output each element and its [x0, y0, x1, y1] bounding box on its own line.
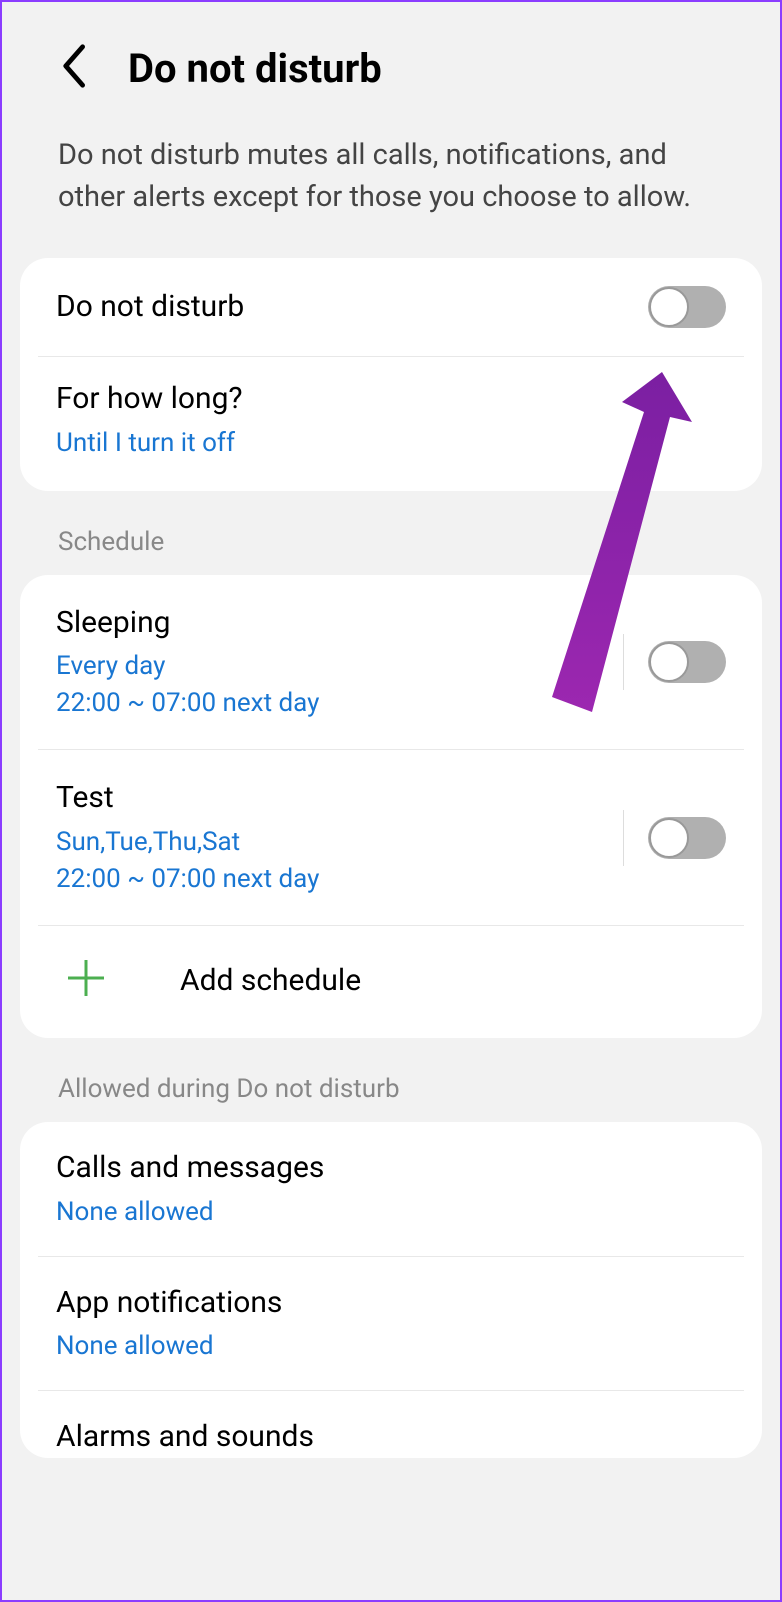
schedule-toggle-test[interactable] — [648, 817, 726, 859]
allowed-card: Calls and messages None allowed App noti… — [20, 1122, 762, 1458]
schedule-item-title: Sleeping — [56, 603, 623, 644]
schedule-item-days: Sun,Tue,Thu,Sat — [56, 825, 623, 860]
allowed-item-alarms[interactable]: Alarms and sounds — [20, 1391, 762, 1458]
duration-label: For how long? — [56, 379, 726, 420]
schedule-item-time: 22:00 ~ 07:00 next day — [56, 686, 623, 721]
allowed-item-title: App notifications — [56, 1283, 726, 1324]
divider — [623, 634, 624, 690]
schedule-card: Sleeping Every day 22:00 ~ 07:00 next da… — [20, 575, 762, 1038]
allowed-item-sub: None allowed — [56, 1195, 726, 1230]
allowed-item-sub: None allowed — [56, 1329, 726, 1364]
duration-row[interactable]: For how long? Until I turn it off — [20, 357, 762, 491]
page-title: Do not disturb — [128, 45, 382, 92]
schedule-item-test[interactable]: Test Sun,Tue,Thu,Sat 22:00 ~ 07:00 next … — [20, 750, 762, 925]
divider — [623, 810, 624, 866]
dnd-toggle-label: Do not disturb — [56, 287, 648, 328]
schedule-item-time: 22:00 ~ 07:00 next day — [56, 862, 623, 897]
schedule-item-days: Every day — [56, 649, 623, 684]
plus-icon — [64, 956, 108, 1004]
add-schedule-label: Add schedule — [180, 963, 361, 998]
allowed-item-title: Alarms and sounds — [56, 1417, 726, 1458]
main-settings-card: Do not disturb For how long? Until I tur… — [20, 258, 762, 491]
duration-value: Until I turn it off — [56, 426, 726, 461]
page-description: Do not disturb mutes all calls, notifica… — [2, 114, 780, 258]
schedule-toggle-sleeping[interactable] — [648, 641, 726, 683]
dnd-toggle[interactable] — [648, 286, 726, 328]
back-icon[interactable] — [58, 42, 88, 94]
dnd-toggle-row[interactable]: Do not disturb — [20, 258, 762, 356]
add-schedule-button[interactable]: Add schedule — [20, 926, 762, 1038]
schedule-item-sleeping[interactable]: Sleeping Every day 22:00 ~ 07:00 next da… — [20, 575, 762, 750]
allowed-section-header: Allowed during Do not disturb — [2, 1038, 780, 1122]
schedule-section-header: Schedule — [2, 491, 780, 575]
allowed-item-calls[interactable]: Calls and messages None allowed — [20, 1122, 762, 1256]
schedule-item-title: Test — [56, 778, 623, 819]
header-bar: Do not disturb — [2, 2, 780, 114]
allowed-item-appnotif[interactable]: App notifications None allowed — [20, 1257, 762, 1391]
allowed-item-title: Calls and messages — [56, 1148, 726, 1189]
